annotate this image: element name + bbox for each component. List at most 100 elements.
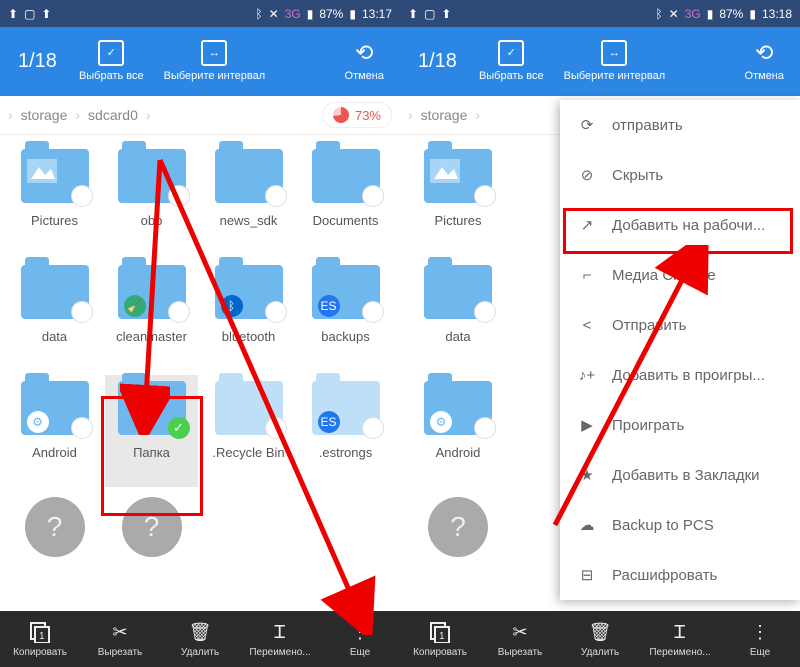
folder-pictures[interactable]: Pictures [408, 143, 508, 255]
folder-android[interactable]: ⚙ Android [8, 375, 101, 487]
battery-icon: ▮ [749, 7, 756, 21]
signal-bars-icon: ▮ [707, 7, 714, 21]
status-bar: ⬆ ▢ ⬆ ᛒ ✕ 3G ▮ 87% ▮ 13:17 [0, 0, 400, 27]
battery-icon: ▮ [349, 7, 356, 21]
play-icon: ▶ [576, 414, 598, 436]
menu-add-desktop[interactable]: ↗Добавить на рабочи... [560, 200, 800, 250]
bottom-toolbar: 1Копировать ✂Вырезать 🗑Удалить ᏆПереимен… [0, 611, 400, 667]
cursor-icon: Ꮖ [674, 620, 686, 644]
menu-share[interactable]: <Отправить [560, 300, 800, 350]
storage-badge[interactable]: 73% [322, 102, 392, 128]
es-icon: ▢ [24, 7, 35, 21]
folder-android[interactable]: ⚙ Android [408, 375, 508, 487]
bluetooth-icon: ᛒ [255, 7, 262, 21]
folder-pictures[interactable]: Pictures [8, 143, 101, 255]
unknown-item[interactable]: ? [105, 491, 198, 603]
copy-icon: 1 [29, 620, 51, 644]
share-icon: < [576, 314, 598, 336]
breadcrumb-item[interactable]: storage [421, 107, 468, 123]
scissors-icon: ✂ [512, 620, 527, 644]
cancel-button[interactable]: ⟲ Отмена [335, 40, 394, 84]
menu-backup-pcs[interactable]: ☁Backup to PCS [560, 500, 800, 550]
menu-play[interactable]: ▶Проиграть [560, 400, 800, 450]
svg-text:1: 1 [439, 631, 445, 642]
signal-3g: 3G [685, 7, 701, 21]
signal-3g: 3G [285, 7, 301, 21]
menu-decrypt[interactable]: ⊟Расшифровать [560, 550, 800, 600]
more-button[interactable]: ⋮Еще [720, 611, 800, 667]
svg-text:1: 1 [39, 631, 45, 642]
menu-hide[interactable]: ⊘Скрыть [560, 150, 800, 200]
select-range-button[interactable]: ↔ Выберите интервал [154, 40, 276, 83]
star-icon: ★ [576, 464, 598, 486]
clock: 13:17 [362, 7, 392, 21]
folder-obb[interactable]: obb [105, 143, 198, 255]
select-all-button[interactable]: ✓ Выбрать все [469, 40, 554, 83]
menu-add-playlist[interactable]: ♪+Добавить в проигры... [560, 350, 800, 400]
folder-backups[interactable]: ES backups [299, 259, 392, 371]
selection-toolbar: 1/18 ✓ Выбрать все ↔ Выберите интервал ⟲… [0, 27, 400, 96]
hide-icon: ⊘ [576, 164, 598, 186]
mute-icon: ✕ [669, 7, 679, 21]
bluetooth-icon: ᛒ [655, 7, 662, 21]
rename-button[interactable]: ᏆПереимено... [240, 611, 320, 667]
selection-counter: 1/18 [406, 50, 469, 73]
transfer-icon: ⟳ [576, 114, 598, 136]
more-vert-icon: ⋮ [351, 620, 369, 644]
mute-icon: ✕ [269, 7, 279, 21]
menu-bookmark[interactable]: ★Добавить в Закладки [560, 450, 800, 500]
breadcrumb: › storage › sdcard0 › 73% [0, 96, 400, 135]
scissors-icon: ✂ [112, 620, 127, 644]
chevron-right-icon: › [146, 107, 151, 123]
breadcrumb-item[interactable]: storage [21, 107, 68, 123]
folder-data[interactable]: data [408, 259, 508, 371]
cursor-icon: Ꮖ [274, 620, 286, 644]
folder-documents[interactable]: Documents [299, 143, 392, 255]
folder-news-sdk[interactable]: news_sdk [202, 143, 295, 255]
delete-button[interactable]: 🗑Удалить [560, 611, 640, 667]
menu-media-chrome[interactable]: ⌐Медиа Chrome [560, 250, 800, 300]
folder-data[interactable]: data [8, 259, 101, 371]
unknown-item[interactable]: ? [8, 491, 101, 603]
playlist-add-icon: ♪+ [576, 364, 598, 386]
es-icon: ▢ [424, 7, 435, 21]
trash-icon: 🗑 [589, 620, 612, 644]
menu-send[interactable]: ⟳отправить [560, 100, 800, 150]
bottom-toolbar: 1Копировать ✂Вырезать 🗑Удалить ᏆПереимен… [400, 611, 800, 667]
pie-chart-icon [333, 107, 349, 123]
chevron-right-icon: › [408, 107, 413, 123]
folder-cleanmaster[interactable]: 🧹 cleanmaster [105, 259, 198, 371]
upload-icon: ⬆ [408, 7, 418, 21]
context-menu: ⟳отправить ⊘Скрыть ↗Добавить на рабочи..… [560, 100, 800, 600]
battery-pct: 87% [719, 7, 743, 21]
decrypt-icon: ⊟ [576, 564, 598, 586]
folder-recycle-bin[interactable]: .Recycle Bin [202, 375, 295, 487]
cancel-button[interactable]: ⟲ Отмена [735, 40, 794, 84]
copy-button[interactable]: 1Копировать [400, 611, 480, 667]
copy-button[interactable]: 1Копировать [0, 611, 80, 667]
folder-bluetooth[interactable]: ᛒ bluetooth [202, 259, 295, 371]
signal-bars-icon: ▮ [307, 7, 314, 21]
chevron-right-icon: › [8, 107, 13, 123]
cast-icon: ⌐ [576, 264, 598, 286]
shortcut-icon: ↗ [576, 214, 598, 236]
upload-icon: ⬆ [41, 7, 51, 21]
folder-papka-selected[interactable]: ✓ Папка [105, 375, 198, 487]
rename-button[interactable]: ᏆПереимено... [640, 611, 720, 667]
folder-estrongs[interactable]: ES .estrongs [299, 375, 392, 487]
status-bar: ⬆ ▢ ⬆ ᛒ ✕ 3G ▮ 87% ▮ 13:18 [400, 0, 800, 27]
cut-button[interactable]: ✂Вырезать [80, 611, 160, 667]
more-vert-icon: ⋮ [751, 620, 769, 644]
breadcrumb-item[interactable]: sdcard0 [88, 107, 138, 123]
folder-grid: Pictures obb news_sdk Documents data 🧹 c… [0, 135, 400, 611]
cut-button[interactable]: ✂Вырезать [480, 611, 560, 667]
select-all-button[interactable]: ✓ Выбрать все [69, 40, 154, 83]
upload-icon: ⬆ [441, 7, 451, 21]
unknown-item[interactable]: ? [408, 491, 508, 603]
select-range-button[interactable]: ↔ Выберите интервал [554, 40, 676, 83]
cloud-icon: ☁ [576, 514, 598, 536]
more-button[interactable]: ⋮Еще [320, 611, 400, 667]
delete-button[interactable]: 🗑Удалить [160, 611, 240, 667]
selection-toolbar: 1/18 ✓ Выбрать все ↔ Выберите интервал ⟲… [400, 27, 800, 96]
trash-icon: 🗑 [189, 620, 212, 644]
